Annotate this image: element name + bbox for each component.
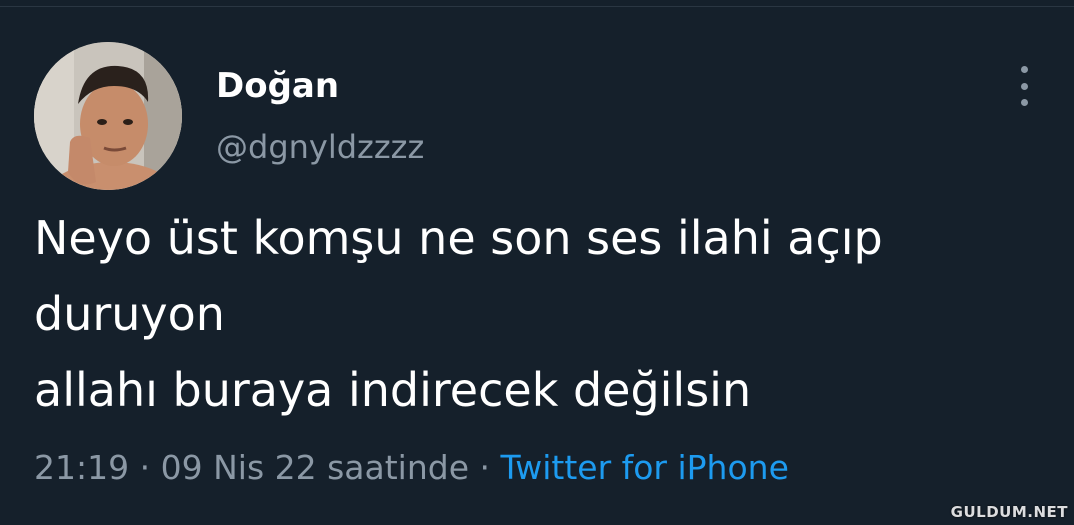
tweet-text: Neyo üst komşu ne son ses ilahi açıp dur… [34, 200, 1044, 428]
tweet-text-line: allahı buraya indirecek değilsin [34, 363, 752, 417]
tweet-source-link[interactable]: Twitter for iPhone [501, 448, 789, 487]
more-vertical-icon [1020, 66, 1028, 73]
separator: · [139, 448, 151, 487]
tweet-time[interactable]: 21:19 [34, 448, 129, 487]
more-options-button[interactable] [1012, 66, 1036, 106]
tweet-text-line: Neyo üst komşu ne son ses ilahi açıp [34, 211, 883, 265]
user-handle[interactable]: @dgnyldzzzz [216, 128, 424, 166]
watermark: GULDUM.NET [950, 503, 1068, 521]
display-name[interactable]: Doğan [216, 66, 339, 106]
avatar[interactable] [34, 42, 182, 190]
profile-photo-icon [34, 42, 182, 190]
tweet-metadata: 21:19 · 09 Nis 22 saatinde · Twitter for… [34, 446, 789, 490]
more-vertical-icon-dot [1020, 99, 1028, 106]
tweet-date[interactable]: 09 Nis 22 saatinde [161, 448, 469, 487]
top-divider [0, 6, 1074, 7]
tweet-text-line: duruyon [34, 287, 225, 341]
separator: · [479, 448, 491, 487]
more-vertical-icon-dot [1020, 82, 1028, 90]
